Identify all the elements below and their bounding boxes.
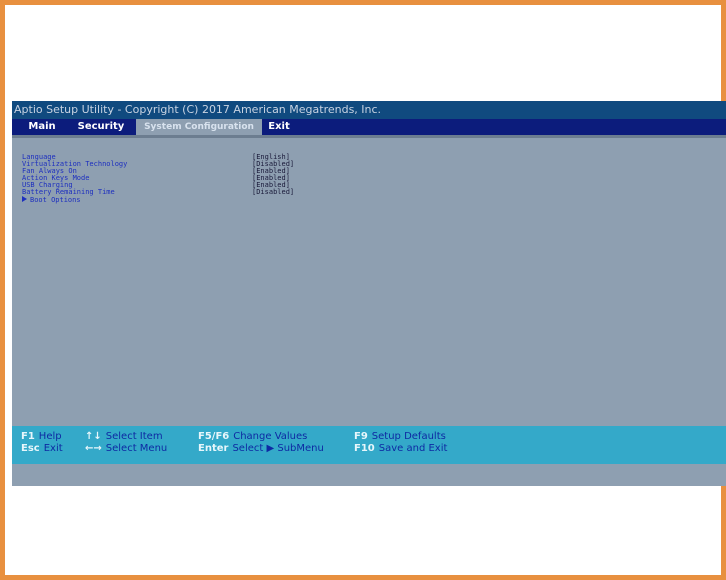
help-text: Save and Exit	[378, 443, 448, 454]
setting-battery-remaining-time[interactable]: Battery Remaining Time [Disabled]	[22, 189, 352, 196]
tab-exit[interactable]: Exit	[264, 119, 294, 135]
help-esc: Esc Exit	[21, 443, 63, 455]
help-select-submenu: Enter Select ▶ SubMenu	[198, 443, 324, 455]
help-bar: F1 Help Esc Exit ↑↓ Select Item ←→ Select Me…	[12, 426, 726, 464]
bios-title-bar: Aptio Setup Utility - Copyright (C) 2017…	[12, 101, 726, 119]
help-text: Help	[38, 431, 62, 442]
help-save-and-exit: F10 Save and Exit	[354, 443, 447, 455]
help-setup-defaults: F9 Setup Defaults	[354, 431, 446, 443]
help-text: Select Menu	[105, 443, 168, 454]
help-text: Select Item	[105, 431, 163, 442]
bios-menu-bar: Main Security System Configuration Exit	[12, 119, 726, 135]
help-text: Exit	[43, 443, 63, 454]
submenu-label: Boot Options	[30, 196, 81, 204]
help-key: ↑↓	[85, 431, 102, 442]
help-text: Change Values	[233, 431, 308, 442]
submenu-arrow-icon	[22, 196, 27, 202]
bios-title: Aptio Setup Utility - Copyright (C) 2017…	[14, 103, 382, 116]
help-key: F10	[354, 443, 375, 454]
tab-main[interactable]: Main	[24, 119, 60, 135]
bios-screen: Aptio Setup Utility - Copyright (C) 2017…	[12, 101, 726, 486]
help-select-item: ↑↓ Select Item	[85, 431, 163, 443]
settings-panel: Language [English] Virtualization Techno…	[12, 135, 726, 426]
submenu-boot-options[interactable]: Boot Options	[22, 196, 81, 204]
help-text: Select ▶ SubMenu	[232, 443, 324, 454]
setting-label: Battery Remaining Time	[22, 188, 115, 196]
bottom-strip	[12, 464, 726, 486]
help-key: Esc	[21, 443, 40, 454]
help-select-menu: ←→ Select Menu	[85, 443, 167, 455]
tab-security[interactable]: Security	[72, 119, 130, 135]
help-key: F1	[21, 431, 35, 442]
help-change-values: F5/F6 Change Values	[198, 431, 307, 443]
tab-system-configuration[interactable]: System Configuration	[136, 119, 262, 135]
help-key: F5/F6	[198, 431, 230, 442]
help-key: ←→	[85, 443, 102, 454]
setting-value[interactable]: [Disabled]	[252, 189, 294, 196]
help-key: Enter	[198, 443, 229, 454]
help-f1: F1 Help	[21, 431, 62, 443]
help-key: F9	[354, 431, 368, 442]
help-text: Setup Defaults	[371, 431, 446, 442]
